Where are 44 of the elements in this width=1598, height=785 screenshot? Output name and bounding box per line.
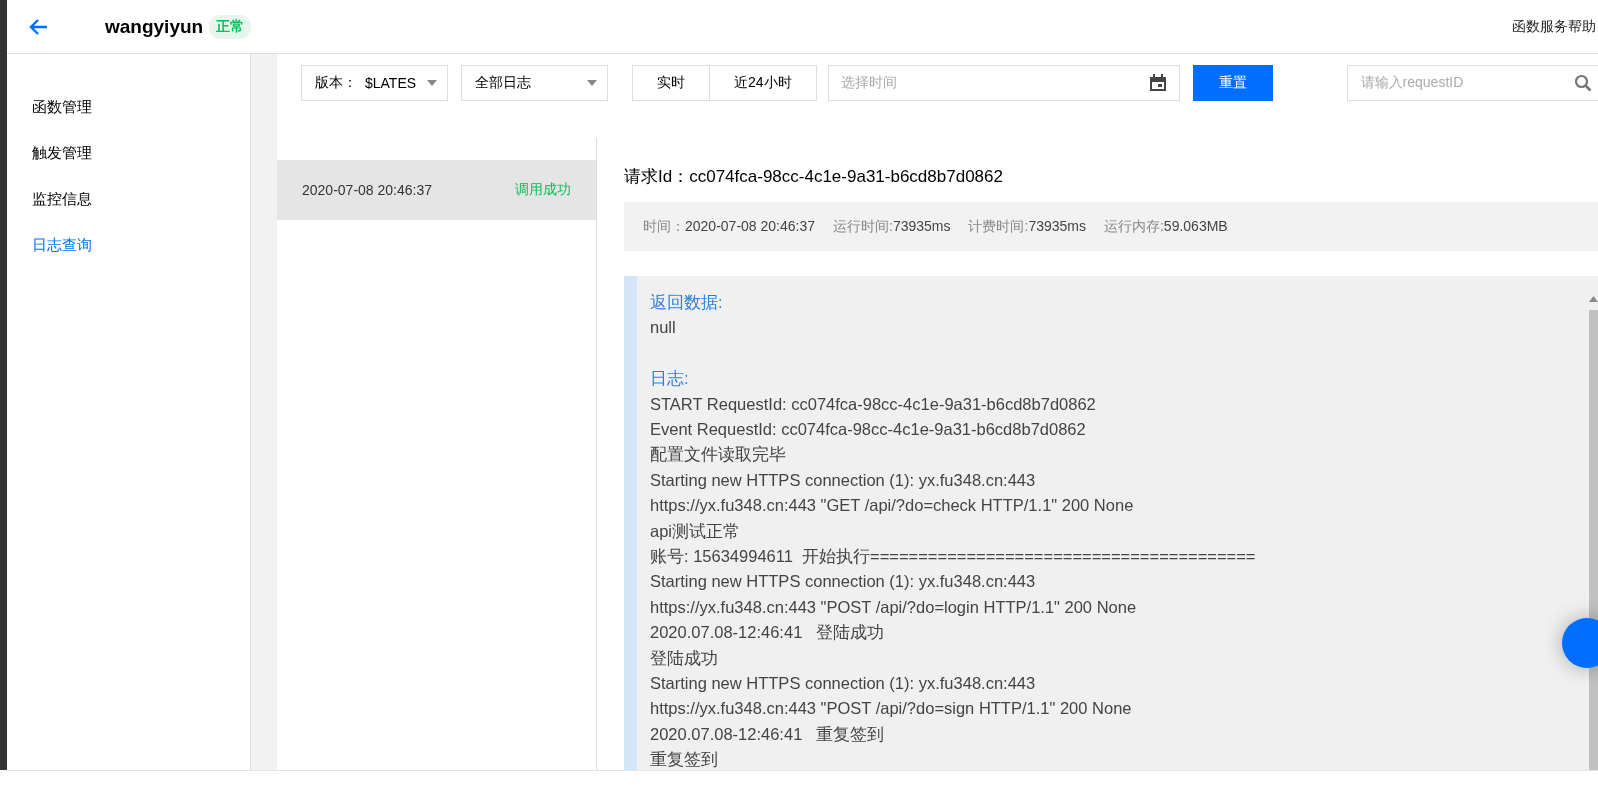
log-type-select[interactable]: 全部日志	[461, 65, 608, 101]
meta-item: 时间：2020-07-08 20:46:37	[643, 217, 815, 236]
time-range-tab[interactable]: 近24小时	[709, 65, 817, 101]
sidebar-item[interactable]: 触发管理	[7, 130, 250, 176]
invocation-status: 调用成功	[515, 181, 571, 199]
version-select[interactable]: 版本： $LATES	[301, 65, 448, 101]
request-id: 请求Id：cc074fca-98cc-4c1e-9a31-b6cd8b7d0862	[624, 165, 1004, 188]
log-label: 日志:	[650, 368, 690, 390]
sidebar-item[interactable]: 函数管理	[7, 84, 250, 130]
return-value: null	[650, 317, 677, 339]
log-line: 登陆成功	[650, 647, 719, 669]
calendar-icon	[1148, 74, 1167, 92]
scroll-up-icon	[1589, 296, 1598, 302]
log-line: https://yx.fu348.cn:443 "POST /api/?do=login HTTP/1.1" 200 None	[650, 596, 1138, 618]
status-badge: 正常	[209, 14, 252, 39]
meta-item: 运行时间:73935ms	[833, 217, 951, 236]
log-line: Event RequestId: cc074fca-98cc-4c1e-9a31-b6cd8b7d0862	[650, 419, 1087, 440]
caret-icon	[587, 80, 597, 86]
invocation-time: 2020-07-08 20:46:37	[302, 182, 432, 198]
search-icon	[1574, 74, 1592, 92]
reset-button[interactable]: 重置	[1192, 65, 1273, 101]
log-line: https://yx.fu348.cn:443 "GET /api/?do=check HTTP/1.1" 200 None	[650, 495, 1135, 517]
help-link[interactable]: 函数服务帮助	[1512, 17, 1596, 36]
log-line: 2020.07.08-12:46:41 登陆成功	[650, 622, 886, 644]
floating-button[interactable]	[1562, 618, 1598, 668]
sidebar-item[interactable]: 日志查询	[7, 222, 250, 268]
function-name: wangyiyun	[105, 15, 204, 38]
log-line: 重复签到	[650, 749, 719, 770]
invocation-item[interactable]: 2020-07-08 20:46:37 调用成功	[277, 160, 596, 220]
log-line: 2020.07.08-12:46:41 重复签到	[650, 723, 886, 745]
log-line: Starting new HTTPS connection (1): yx.fu348.cn:443	[650, 469, 1037, 491]
return-label: 返回数据:	[650, 292, 724, 313]
meta-item: 运行内存:59.063MB	[1103, 217, 1228, 236]
meta-item: 计费时间:73935ms	[968, 217, 1086, 236]
caret-icon	[427, 80, 437, 86]
log-line: 账号: 15634994611 开始执行========================================	[650, 546, 1257, 568]
sidebar-item[interactable]: 监控信息	[7, 176, 250, 222]
time-range-tab[interactable]: 实时	[632, 65, 710, 101]
log-line: api测试正常	[650, 520, 742, 542]
log-line: START RequestId: cc074fca-98cc-4c1e-9a31-b6cd8b7d0862	[650, 393, 1097, 415]
log-line: 配置文件读取完毕	[650, 444, 787, 466]
log-line: https://yx.fu348.cn:443 "POST /api/?do=sign HTTP/1.1" 200 None	[650, 698, 1133, 720]
log-line: Starting new HTTPS connection (1): yx.fu348.cn:443	[650, 673, 1037, 695]
log-line: Starting new HTTPS connection (1): yx.fu348.cn:443	[650, 571, 1037, 593]
